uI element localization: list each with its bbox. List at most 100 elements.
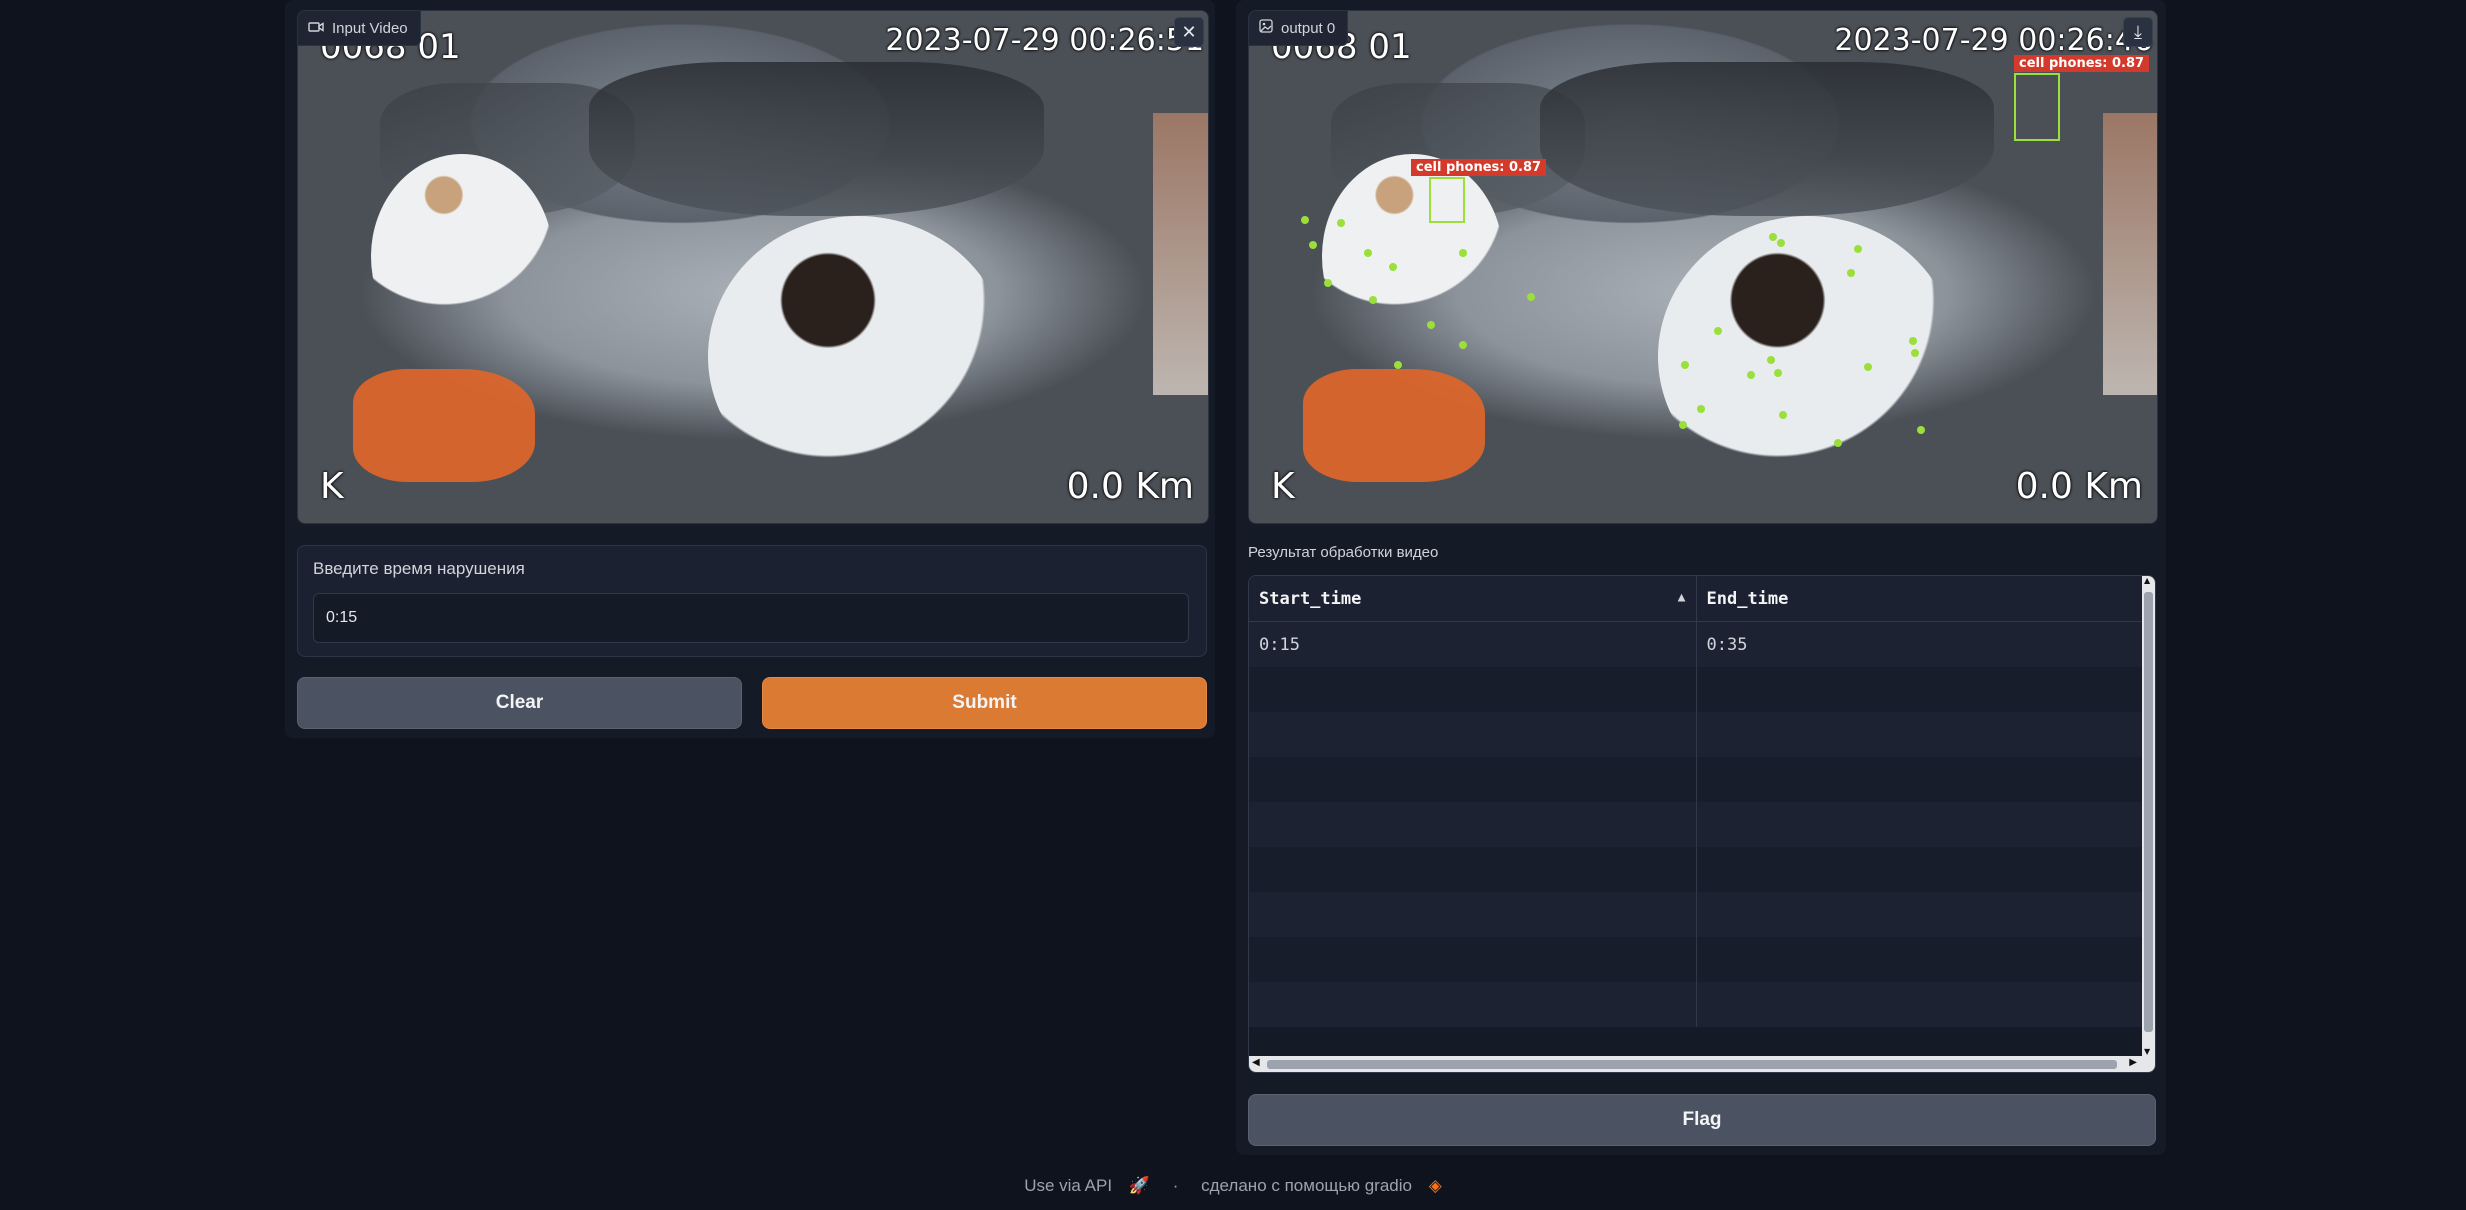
table-row: [1249, 667, 2143, 712]
keypoint: [1679, 421, 1687, 429]
detection-label: cell phones: 0.87: [2014, 55, 2150, 72]
image-icon: [1259, 19, 1273, 37]
sort-arrow-icon[interactable]: ▲: [1678, 590, 1686, 605]
footer-separator: ·: [1172, 1176, 1179, 1195]
keypoint: [1394, 361, 1402, 369]
results-table: Start_time ▲ End_time 0:15 0:35 ▲ ▼ ◀ ▶: [1248, 575, 2156, 1073]
table-cell: [1249, 667, 1696, 712]
close-icon: ✕: [1181, 21, 1197, 43]
keypoint: [1389, 263, 1397, 271]
keypoint: [1681, 361, 1689, 369]
clear-button[interactable]: Clear: [297, 677, 742, 729]
keypoint: [1917, 426, 1925, 434]
results-title: Результат обработки видео: [1248, 544, 1439, 561]
osd-direction: K: [1271, 466, 1295, 507]
horizontal-scrollbar[interactable]: ◀ ▶: [1249, 1056, 2155, 1072]
keypoint: [1834, 439, 1842, 447]
table-row: [1249, 937, 2143, 982]
keypoint: [1911, 349, 1919, 357]
keypoint: [1714, 327, 1722, 335]
keypoint: [1369, 296, 1377, 304]
keypoint: [1427, 321, 1435, 329]
table-row: [1249, 757, 2143, 802]
table-row: [1249, 847, 2143, 892]
table-row: [1249, 712, 2143, 757]
video-frame: [298, 11, 1208, 523]
keypoint: [1847, 269, 1855, 277]
table-cell: [1695, 847, 2143, 892]
table-row: [1249, 892, 2143, 937]
keypoint: [1779, 411, 1787, 419]
table-cell: [1249, 802, 1696, 847]
table-row: [1249, 802, 2143, 847]
table-cell: [1249, 982, 1696, 1027]
detection-box: [1429, 177, 1465, 223]
keypoint: [1527, 293, 1535, 301]
keypoint: [1324, 279, 1332, 287]
keypoint: [1459, 341, 1467, 349]
clear-video-button[interactable]: ✕: [1174, 17, 1204, 47]
table-cell: [1249, 892, 1696, 937]
table-cell[interactable]: 0:15: [1249, 621, 1696, 667]
violation-time-label: Введите время нарушения: [313, 559, 525, 578]
keypoint: [1909, 337, 1917, 345]
keypoint: [1697, 405, 1705, 413]
table-cell: [1695, 757, 2143, 802]
table-cell[interactable]: 0:35: [1695, 621, 2143, 667]
keypoint: [1777, 239, 1785, 247]
rocket-icon: 🚀: [1128, 1176, 1150, 1195]
submit-button[interactable]: Submit: [762, 677, 1207, 729]
output-label: output 0: [1249, 11, 1349, 46]
gradio-logo-icon: ◈: [1428, 1176, 1442, 1195]
detection-label: cell phones: 0.87: [1411, 159, 1547, 176]
table-cell: [1695, 802, 2143, 847]
osd-timestamp: 2023-07-29 00:26:51: [885, 23, 1204, 58]
keypoint: [1864, 363, 1872, 371]
scroll-left-icon[interactable]: ◀: [1252, 1057, 1260, 1068]
scroll-up-icon[interactable]: ▲: [2144, 576, 2150, 585]
keypoint: [1747, 371, 1755, 379]
table-cell: [1695, 667, 2143, 712]
horizontal-scroll-thumb[interactable]: [1267, 1060, 2117, 1069]
table-row: 0:15 0:35: [1249, 621, 2143, 667]
footer: Use via API 🚀 · сделано с помощью gradio…: [0, 1176, 2466, 1196]
download-button[interactable]: ⤓: [2123, 17, 2153, 47]
table-cell: [1695, 982, 2143, 1027]
violation-time-group: Введите время нарушения: [297, 545, 1207, 657]
scroll-down-icon[interactable]: ▼: [2144, 1047, 2150, 1056]
column-header-end-time[interactable]: End_time: [1695, 576, 2143, 622]
input-video-player[interactable]: Input Video ✕ 0068 01 2023-07-29 00:26:5…: [297, 10, 1209, 524]
scroll-right-icon[interactable]: ▶: [2129, 1057, 2137, 1068]
keypoint: [1767, 356, 1775, 364]
api-link[interactable]: Use via API 🚀: [1018, 1176, 1156, 1195]
table-row: [1249, 982, 2143, 1027]
keypoint: [1769, 233, 1777, 241]
table-cell: [1249, 757, 1696, 802]
table-cell: [1695, 712, 2143, 757]
keypoint: [1774, 369, 1782, 377]
table-cell: [1249, 712, 1696, 757]
osd-distance: 0.0 Km: [1066, 466, 1194, 507]
output-image: output 0 ⤓ 0068 01 2023-07-29 00:26:46 K…: [1248, 10, 2158, 524]
keypoint: [1337, 219, 1345, 227]
download-icon: ⤓: [2134, 21, 2142, 43]
table-cell: [1695, 892, 2143, 937]
keypoint: [1309, 241, 1317, 249]
keypoint: [1364, 249, 1372, 257]
column-header-start-time[interactable]: Start_time ▲: [1249, 576, 1696, 622]
keypoint: [1459, 249, 1467, 257]
table-cell: [1249, 847, 1696, 892]
vertical-scrollbar[interactable]: ▲ ▼: [2142, 576, 2155, 1056]
keypoint: [1301, 216, 1309, 224]
table-cell: [1249, 937, 1696, 982]
keypoint: [1854, 245, 1862, 253]
video-camera-icon: [308, 20, 324, 37]
vertical-scroll-thumb[interactable]: [2144, 592, 2153, 1032]
osd-timestamp: 2023-07-29 00:26:46: [1834, 23, 2153, 58]
violation-time-input[interactable]: [313, 593, 1189, 643]
flag-button[interactable]: Flag: [1248, 1094, 2156, 1146]
gradio-link[interactable]: сделано с помощью gradio ◈: [1195, 1176, 1448, 1195]
table-cell: [1695, 937, 2143, 982]
detection-box: [2014, 73, 2060, 141]
osd-direction: K: [320, 466, 344, 507]
